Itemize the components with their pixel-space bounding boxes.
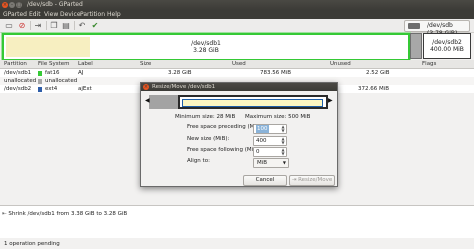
- map-unallocated[interactable]: [410, 33, 422, 59]
- spin-value: 400: [256, 138, 267, 144]
- free-following-label: Free space following (MiB):: [187, 147, 261, 153]
- maximum-size-label: Maximum size: 500 MiB: [245, 114, 311, 120]
- toolbar-separator: [30, 21, 31, 30]
- cell-unused: 2.52 GiB: [366, 70, 390, 76]
- map-partition-size: 400.00 MiB: [430, 46, 464, 53]
- map-partition-name: /dev/sdb1: [191, 40, 221, 47]
- fs-color-swatch: [38, 78, 42, 84]
- table-row[interactable]: /dev/sdb1 fat16 AJ 3.28 GiB 783.56 MiB 2…: [0, 69, 474, 77]
- pending-operations-list: ⇤ Shrink /dev/sdb1 from 3.38 GiB to 3.28…: [0, 206, 474, 238]
- drag-left-handle-icon[interactable]: ◀: [145, 98, 150, 104]
- minimum-size-label: Minimum size: 28 MiB: [175, 114, 236, 120]
- resize-move-button-label: Resize/Move: [298, 177, 333, 183]
- map-partition-sdb2[interactable]: /dev/sdb2 400.00 MiB: [423, 33, 471, 59]
- align-to-select[interactable]: MiB ▼: [253, 158, 289, 168]
- minimize-icon[interactable]: –: [9, 2, 15, 8]
- partition-list-header: Partition File System Label Size Used Un…: [0, 60, 474, 69]
- menu-partition[interactable]: Partition: [80, 10, 105, 19]
- spin-value: 0: [256, 149, 260, 155]
- title-bar: × – □ /dev/sdb - GParted: [0, 0, 474, 10]
- spin-arrows-icon[interactable]: ▲ ▼: [281, 125, 285, 133]
- close-icon[interactable]: ×: [143, 84, 149, 90]
- col-used[interactable]: Used: [232, 60, 246, 68]
- toolbar: ▭ ⊘ ⇥ ❐ ▤ ↶ ✔: [0, 19, 474, 33]
- copy-icon[interactable]: ❐: [49, 21, 59, 30]
- undo-icon[interactable]: ↶: [77, 21, 87, 30]
- fs-color-swatch: [38, 70, 42, 76]
- menu-device[interactable]: Device: [60, 10, 81, 19]
- cell-filesystem: unallocated: [45, 78, 78, 84]
- fs-color-swatch: [38, 86, 42, 92]
- map-partition-sdb1[interactable]: /dev/sdb1 3.28 GiB: [2, 33, 410, 61]
- dialog-title-bar: × Resize/Move /dev/sdb1: [141, 83, 337, 91]
- cell-used: 783.56 MiB: [260, 70, 292, 76]
- delete-icon[interactable]: ⊘: [17, 21, 27, 30]
- col-filesystem[interactable]: File System: [38, 60, 69, 68]
- dialog-title: Resize/Move /dev/sdb1: [152, 84, 216, 90]
- paste-icon[interactable]: ▤: [61, 21, 71, 30]
- cell-partition: unallocated: [4, 78, 37, 84]
- menu-bar: GParted Edit View Device Partition Help: [0, 10, 474, 19]
- map-partition-name: /dev/sdb2: [432, 39, 462, 46]
- disk-icon: [408, 23, 420, 29]
- close-icon[interactable]: ×: [2, 2, 8, 8]
- drag-right-handle-icon[interactable]: ▶: [328, 98, 333, 104]
- cancel-button[interactable]: Cancel: [243, 175, 287, 186]
- cell-partition: /dev/sdb2: [4, 86, 32, 92]
- map-partition-size: 3.28 GiB: [193, 47, 219, 54]
- cell-unused: 372.66 MiB: [358, 86, 390, 92]
- resize-slider[interactable]: ◀ ▶: [145, 95, 333, 109]
- menu-gparted[interactable]: GParted: [3, 10, 27, 19]
- cell-filesystem: ext4: [45, 86, 58, 92]
- cell-label: AJ: [78, 70, 84, 76]
- status-bar: 1 operation pending: [0, 240, 474, 249]
- spin-arrows-icon[interactable]: ▲ ▼: [281, 148, 285, 156]
- cell-label: ajExt: [78, 86, 92, 92]
- menu-view[interactable]: View: [44, 10, 58, 19]
- col-label[interactable]: Label: [78, 60, 93, 68]
- spin-arrows-icon[interactable]: ▲ ▼: [281, 137, 285, 145]
- apply-icon[interactable]: ✔: [90, 21, 100, 30]
- status-text: 1 operation pending: [4, 241, 60, 247]
- toolbar-separator: [74, 21, 75, 30]
- cell-partition: /dev/sdb1: [4, 70, 32, 76]
- resize-move-dialog: × Resize/Move /dev/sdb1 ◀ ▶ Minimum size…: [140, 82, 338, 187]
- free-following-spinbox[interactable]: 0 ▲ ▼: [253, 147, 287, 157]
- col-flags[interactable]: Flags: [422, 60, 436, 68]
- cell-filesystem: fat16: [45, 70, 60, 76]
- align-to-label: Align to:: [187, 158, 210, 164]
- maximize-icon[interactable]: □: [16, 2, 22, 8]
- toolbar-separator: [46, 21, 47, 30]
- new-size-label: New size (MiB):: [187, 136, 230, 142]
- free-space-preceding-bar: [149, 95, 178, 109]
- col-size[interactable]: Size: [140, 60, 151, 68]
- resize-move-icon[interactable]: ⇥: [33, 21, 43, 30]
- partition-map: /dev/sdb1 3.28 GiB /dev/sdb2 400.00 MiB: [2, 33, 472, 61]
- new-icon[interactable]: ▭: [4, 21, 14, 30]
- partition-resize-box[interactable]: [178, 95, 328, 109]
- new-size-spinbox[interactable]: 400 ▲ ▼: [253, 136, 287, 146]
- device-selector[interactable]: /dev/sdb (3.78 GiB): [404, 20, 470, 37]
- spin-value: 100: [256, 125, 269, 133]
- resize-move-button[interactable]: ⇥ Resize/Move: [289, 175, 335, 186]
- align-to-value: MiB: [257, 160, 268, 166]
- window-title: /dev/sdb - GParted: [27, 1, 83, 8]
- operation-text: Shrink /dev/sdb1 from 3.38 GiB to 3.28 G…: [8, 211, 128, 217]
- col-partition[interactable]: Partition: [4, 60, 27, 68]
- menu-edit[interactable]: Edit: [29, 10, 41, 19]
- free-preceding-spinbox[interactable]: 100 ▲ ▼: [253, 124, 287, 134]
- list-item[interactable]: ⇤ Shrink /dev/sdb1 from 3.38 GiB to 3.28…: [2, 210, 127, 218]
- cell-size: 3.28 GiB: [168, 70, 192, 76]
- col-unused[interactable]: Unused: [330, 60, 351, 68]
- cancel-button-label: Cancel: [255, 177, 275, 183]
- chevron-down-icon: ▼: [282, 160, 286, 165]
- partition-used-highlight: [182, 99, 323, 107]
- menu-help[interactable]: Help: [107, 10, 121, 19]
